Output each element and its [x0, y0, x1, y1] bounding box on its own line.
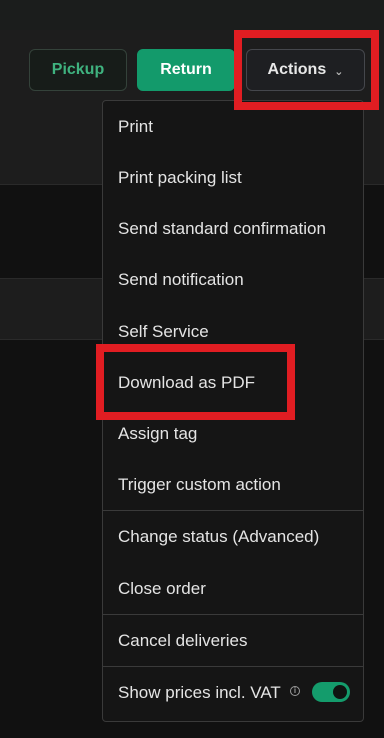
vat-toggle-label: Show prices incl. VAT	[118, 683, 281, 702]
menu-item-self-service[interactable]: Self Service	[118, 322, 209, 342]
menu-item-print-packing-list[interactable]: Print packing list	[118, 168, 242, 188]
return-button[interactable]: Return	[137, 49, 235, 91]
info-icon[interactable]: i	[290, 686, 300, 696]
menu-item-trigger-custom-action[interactable]: Trigger custom action	[118, 475, 281, 495]
menu-separator	[103, 614, 363, 615]
menu-separator	[103, 510, 363, 511]
pickup-button[interactable]: Pickup	[29, 49, 127, 91]
menu-item-cancel-deliveries[interactable]: Cancel deliveries	[118, 631, 247, 651]
actions-button-label: Actions	[267, 61, 327, 78]
vat-toggle[interactable]	[312, 682, 350, 702]
return-button-label: Return	[160, 61, 212, 78]
menu-item-download-as-pdf[interactable]: Download as PDF	[118, 373, 255, 393]
actions-button[interactable]: Actions ⌄	[246, 49, 365, 91]
actions-menu: Print Print packing list Send standard c…	[102, 100, 364, 722]
pickup-button-label: Pickup	[51, 61, 105, 78]
menu-item-send-standard-confirmation[interactable]: Send standard confirmation	[118, 219, 326, 239]
top-bar	[0, 0, 384, 30]
chevron-down-icon: ⌄	[334, 65, 344, 78]
toggle-knob	[333, 685, 347, 699]
menu-item-send-notification[interactable]: Send notification	[118, 270, 244, 290]
menu-item-print[interactable]: Print	[118, 117, 153, 137]
menu-separator	[103, 666, 363, 667]
menu-item-change-status[interactable]: Change status (Advanced)	[118, 527, 319, 547]
menu-item-close-order[interactable]: Close order	[118, 579, 206, 599]
menu-item-assign-tag[interactable]: Assign tag	[118, 424, 197, 444]
